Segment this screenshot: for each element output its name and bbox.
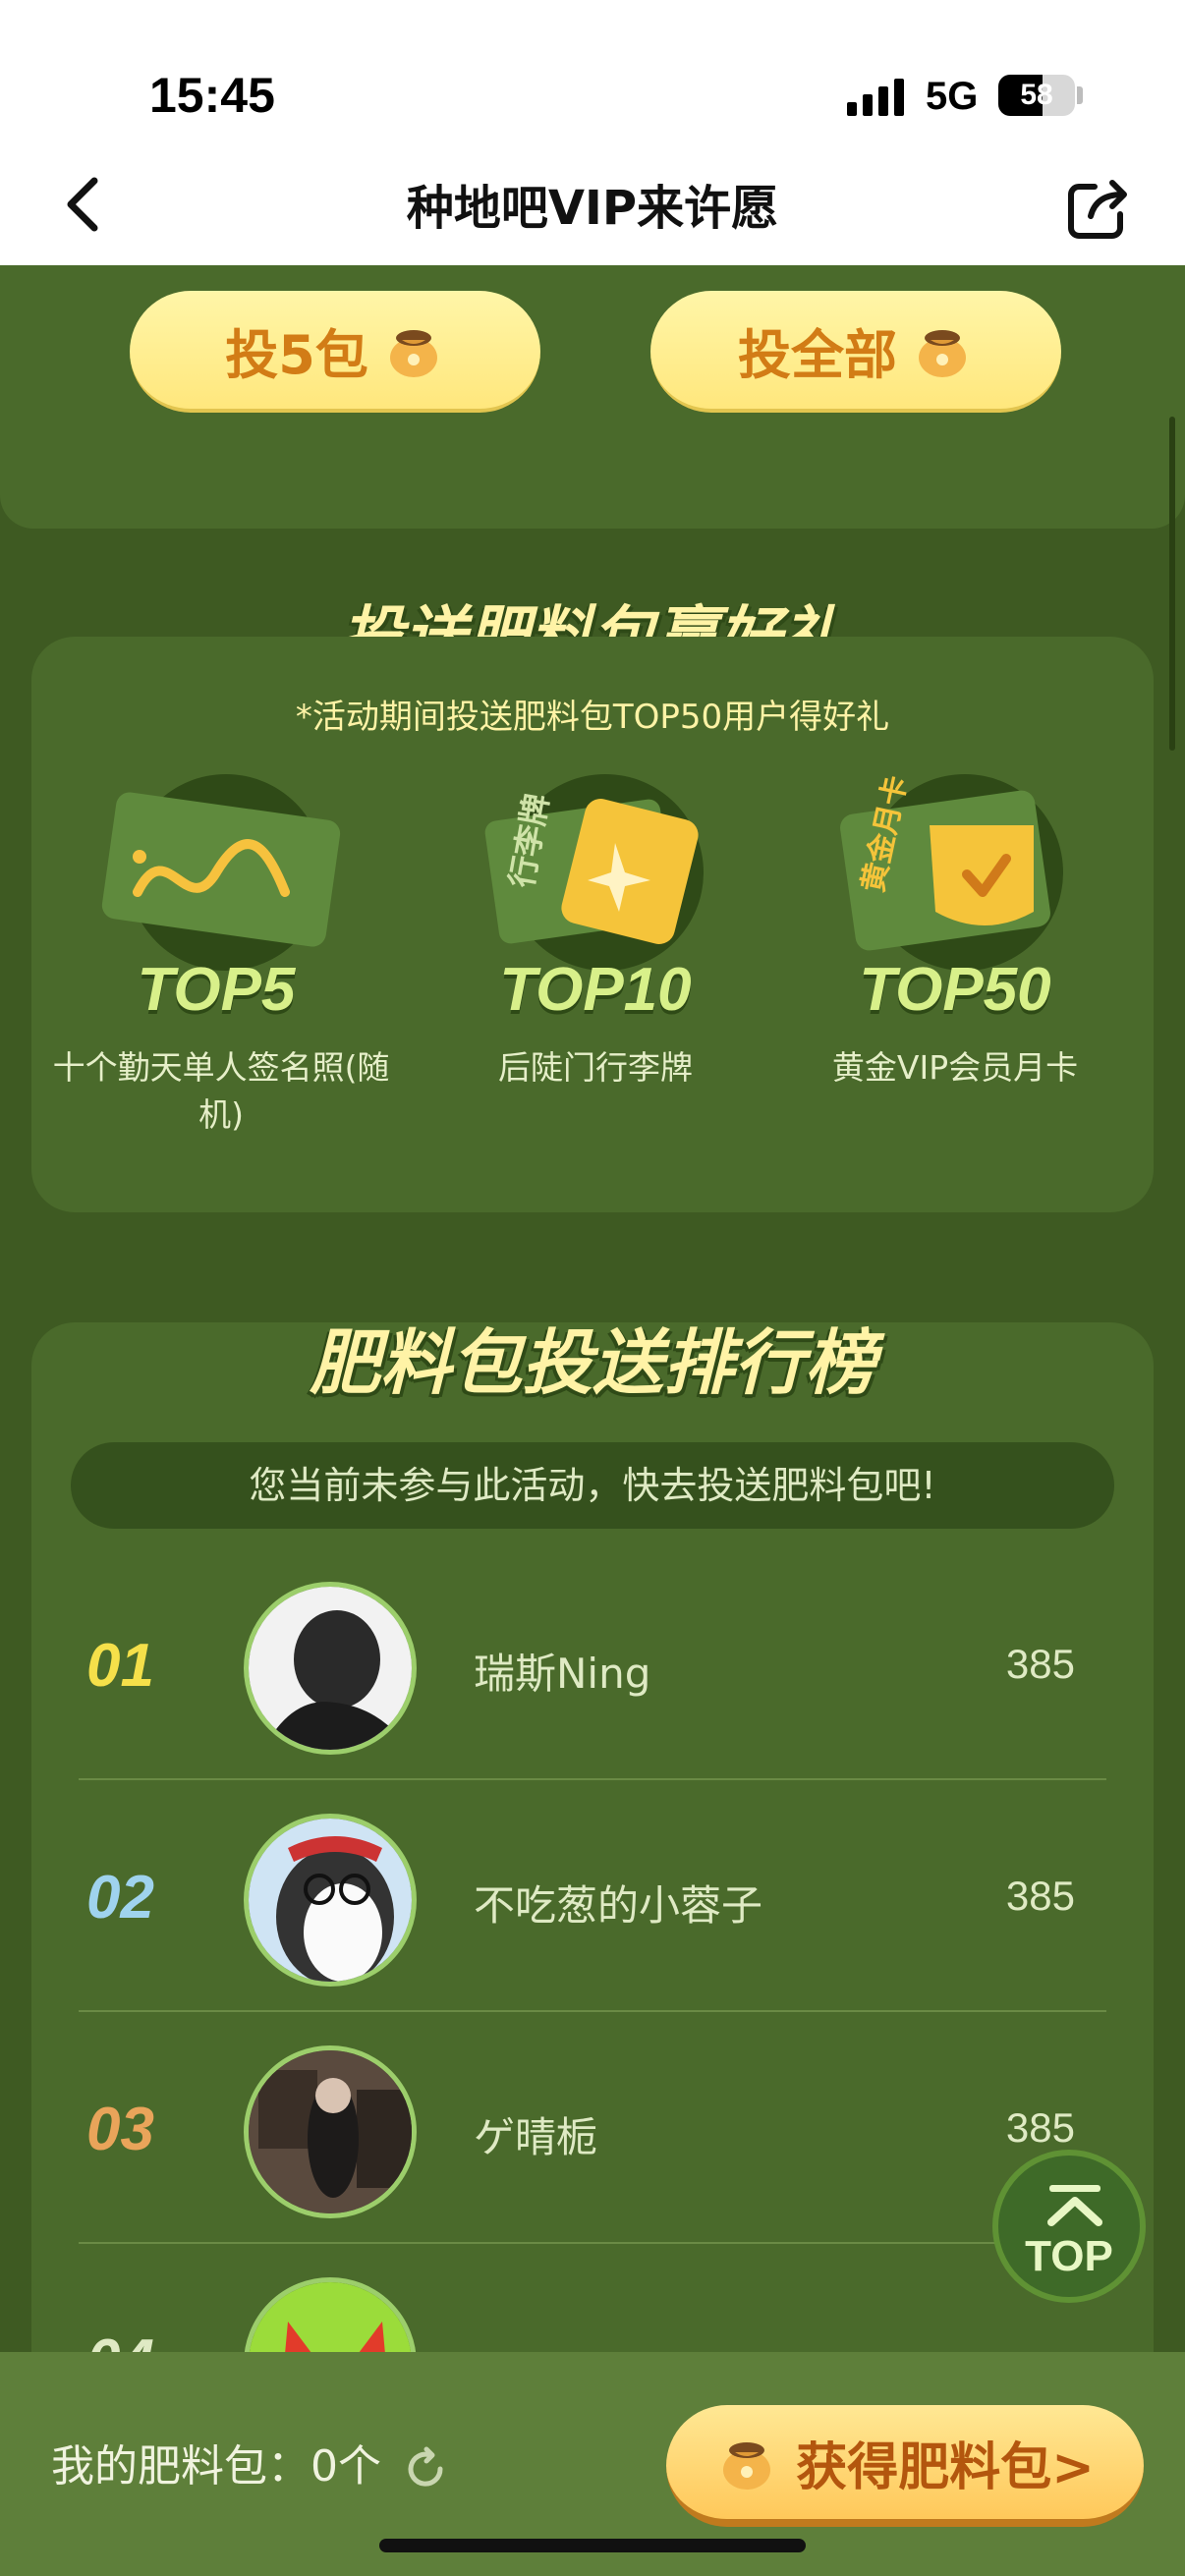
get-fertilizer-label: 获得肥料包> [796,2437,1095,2497]
avatar [244,1814,417,1987]
arrow-up-icon [1047,2185,1102,2226]
ranking-row[interactable]: 02 不吃葱的小蓉子 385 [79,1782,1106,2012]
status-time: 15:45 [149,68,275,123]
prize-item[interactable]: 黄金月卡 TOP50 黄金VIP会员月卡 [788,774,1122,1087]
refresh-icon[interactable] [401,2444,450,2493]
signal-icon [847,77,906,116]
battery-nub [1077,86,1083,104]
rank-username: 瑞斯Ning [474,1650,651,1698]
vote-all-label: 投全部 [738,323,897,386]
nav-bar: 种地吧VIP来许愿 [0,147,1185,265]
rank-number: 02 [86,1864,154,1932]
participation-notice: 您当前未参与此活动，快去投送肥料包吧! [71,1442,1114,1529]
my-bags-count: 我的肥料包：0个 [51,2431,450,2493]
luggage-tag-icon: 行李牌 [484,774,704,971]
scrollbar[interactable] [1169,417,1175,751]
battery-level: 58 [1020,79,1053,111]
prize-item[interactable]: 行李牌 TOP10 后陡门行李牌 [428,774,762,1087]
share-button[interactable] [1061,171,1136,246]
rank-number: 03 [86,2096,154,2163]
prize-name: 后陡门行李牌 [498,1048,693,1087]
fertilizer-bag-icon [919,330,966,377]
rank-username: ゲ晴栀 [474,2113,598,2161]
network-label: 5G [926,75,979,118]
fertilizer-bag-icon [723,2442,771,2490]
rank-score: 385 [1005,1641,1075,1687]
prize-rank: TOP5 [137,956,296,1024]
prize-subtitle: *活动期间投送肥料包TOP50用户得好礼 [295,698,890,737]
rank-number: 01 [86,1632,154,1700]
rank-score: 385 [1005,2104,1075,2151]
home-indicator [379,2539,806,2552]
my-bags-label: 我的肥料包：0个 [51,2441,381,2492]
ranking-title: 肥料包投送排行榜 [309,1321,875,1404]
ranking-row[interactable]: 03 ゲ晴栀 385 [79,2014,1106,2244]
vip-card-icon: 黄金月卡 [840,774,1063,971]
back-to-top-label: TOP [1025,2232,1113,2280]
signed-photo-icon [101,774,341,971]
prize-card: *活动期间投送肥料包TOP50用户得好礼 TOP5 十个勤天单人签名照(随机) … [31,637,1154,1212]
avatar [244,2045,417,2218]
fertilizer-bag-icon [389,330,437,377]
vote-panel: 投5包 投全部 [0,265,1185,529]
rank-score: 385 [1005,1873,1075,1919]
prize-rank: TOP50 [859,956,1051,1024]
prize-name: 黄金VIP会员月卡 [831,1048,1079,1087]
vote-five-label: 投5包 [225,323,368,386]
get-fertilizer-button[interactable]: 获得肥料包> [666,2405,1144,2527]
vote-all-button[interactable]: 投全部 [650,291,1061,413]
page-title: 种地吧VIP来许愿 [406,181,779,236]
status-bar: 15:45 5G 58 [0,0,1185,147]
back-to-top-button[interactable]: TOP [992,2150,1146,2303]
prize-rank: TOP10 [499,956,692,1024]
ranking-row[interactable]: 01 瑞斯Ning 385 [79,1550,1106,1780]
prize-name: 十个勤天单人签名照(随机) [52,1048,390,1134]
vote-five-button[interactable]: 投5包 [130,291,540,413]
avatar [244,1582,417,1755]
rank-username: 不吃葱的小蓉子 [474,1881,763,1930]
share-icon [1068,180,1127,239]
battery-icon: 58 [998,75,1075,116]
prize-item[interactable]: TOP5 十个勤天单人签名照(随机) [49,774,389,1134]
